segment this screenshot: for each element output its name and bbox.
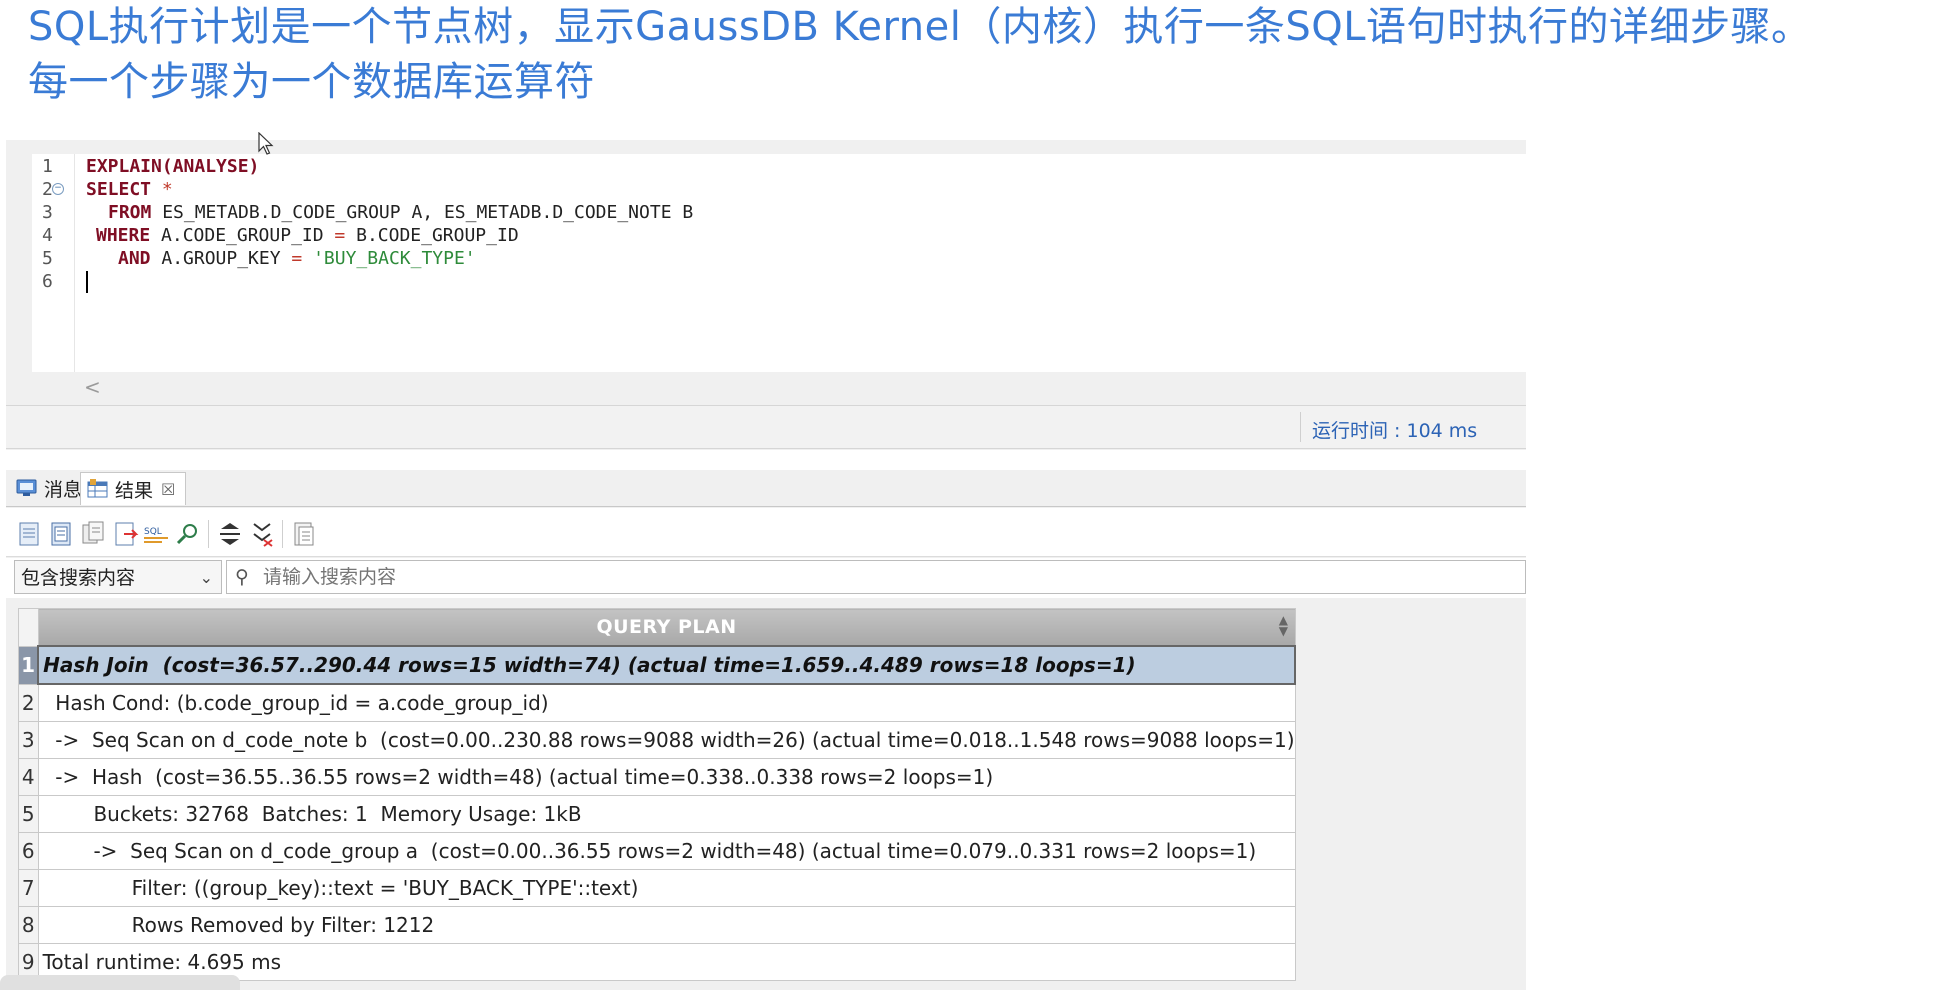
- sql-keyword: EXPLAIN(ANALYSE): [86, 156, 260, 177]
- export-icon[interactable]: [112, 520, 140, 548]
- row-number: 5: [18, 795, 39, 833]
- runtime-status: 运行时间 : 104 ms: [1312, 420, 1478, 442]
- table-row[interactable]: 8 Rows Removed by Filter: 1212: [18, 906, 1296, 944]
- table-row[interactable]: 5 Buckets: 32768 Batches: 1 Memory Usage…: [18, 795, 1296, 833]
- sort-icon[interactable]: ▲ ▼: [1279, 614, 1289, 637]
- tab-results[interactable]: 结果 ☒: [80, 472, 187, 505]
- toolbar-separator: [282, 520, 283, 548]
- sql-keyword: WHERE: [96, 225, 151, 246]
- sql-text: A.GROUP_KEY: [150, 248, 292, 269]
- copy-format-icon[interactable]: [80, 520, 108, 548]
- row-number: 1: [18, 645, 39, 685]
- row-number: 2: [18, 683, 39, 722]
- tab-messages-label: 消息: [44, 478, 83, 501]
- close-tab-icon[interactable]: ☒: [161, 480, 175, 499]
- expand-icon[interactable]: [248, 520, 276, 548]
- search-input[interactable]: [260, 565, 1465, 589]
- line-number: 3: [42, 202, 53, 223]
- tab-strip: 消息 结果 ☒: [6, 470, 1526, 507]
- slide-heading: SQL执行计划是一个节点树，显示GaussDB Kernel（内核）执行一条SQ…: [28, 0, 1938, 110]
- grid-header-row: QUERY PLAN ▲ ▼: [18, 608, 1296, 647]
- results-toolbar: SQL: [6, 508, 1526, 557]
- row-number: 3: [18, 721, 39, 759]
- plan-cell[interactable]: -> Hash (cost=36.55..36.55 rows=2 width=…: [37, 758, 1296, 796]
- chevron-down-icon: ⌄: [199, 568, 213, 587]
- row-number: 7: [18, 869, 39, 907]
- result-grid-icon: [87, 479, 108, 498]
- heading-line-1: SQL执行计划是一个节点树，显示GaussDB Kernel（内核）执行一条SQ…: [28, 4, 1812, 50]
- sql-string: 'BUY_BACK_TYPE': [302, 248, 476, 269]
- line-number: 1: [42, 156, 53, 177]
- sql-editor-panel: 1 2 − 3 4 5 6 EXPLAIN(ANALYSE) SELECT * …: [6, 132, 1526, 450]
- plan-cell[interactable]: Hash Join (cost=36.57..290.44 rows=15 wi…: [37, 645, 1296, 685]
- query-plan-grid: QUERY PLAN ▲ ▼ 1 Hash Join (cost=36.57..29…: [18, 608, 1296, 981]
- plan-cell[interactable]: -> Seq Scan on d_code_note b (cost=0.00.…: [37, 721, 1296, 759]
- table-row[interactable]: 7 Filter: ((group_key)::text = 'BUY_BACK…: [18, 869, 1296, 907]
- search-mode-value: 包含搜索内容: [21, 567, 136, 589]
- message-icon: [16, 479, 37, 496]
- line-number-gutter: 1 2 − 3 4 5 6: [32, 154, 75, 372]
- line-number: 5: [42, 248, 53, 269]
- save-icon[interactable]: [290, 520, 318, 548]
- scroll-left-arrow[interactable]: <: [84, 375, 101, 399]
- filter-row: 包含搜索内容 ⌄ ⚲: [6, 558, 1526, 598]
- search-field-icon: ⚲: [235, 566, 249, 588]
- plan-cell[interactable]: Rows Removed by Filter: 1212: [37, 906, 1296, 944]
- column-header-label: QUERY PLAN: [596, 616, 737, 638]
- sql-operator: =: [291, 248, 303, 269]
- sql-icon-label: SQL: [144, 527, 162, 537]
- fold-icon[interactable]: −: [52, 183, 64, 195]
- tab-results-label: 结果: [115, 479, 154, 502]
- sql-keyword: FROM: [108, 202, 152, 223]
- sql-editor[interactable]: 1 2 − 3 4 5 6 EXPLAIN(ANALYSE) SELECT * …: [32, 154, 1526, 372]
- sql-operator: =: [334, 225, 346, 246]
- heading-line-2: 每一个步骤为一个数据库运算符: [28, 59, 595, 105]
- sql-text: ES_METADB.D_CODE_GROUP A, ES_METADB.D_CO…: [151, 202, 694, 223]
- horizontal-scrollbar[interactable]: [0, 975, 240, 990]
- sql-keyword: SELECT: [86, 179, 152, 200]
- code-line-6: [86, 269, 88, 295]
- sql-keyword: AND: [118, 248, 151, 269]
- sql-star: *: [151, 179, 173, 200]
- table-row[interactable]: 3 -> Seq Scan on d_code_note b (cost=0.0…: [18, 721, 1296, 759]
- table-row[interactable]: 4 -> Hash (cost=36.55..36.55 rows=2 widt…: [18, 758, 1296, 796]
- copy-icon[interactable]: [16, 520, 44, 548]
- mouse-pointer-icon: [258, 132, 274, 155]
- search-box[interactable]: ⚲: [226, 560, 1526, 594]
- search-icon[interactable]: [174, 520, 202, 548]
- plan-cell[interactable]: Filter: ((group_key)::text = 'BUY_BACK_T…: [37, 869, 1296, 907]
- line-number: 4: [42, 225, 53, 246]
- code-line-5: AND A.GROUP_KEY = 'BUY_BACK_TYPE': [118, 246, 476, 272]
- line-number: 6: [42, 271, 53, 292]
- tab-messages[interactable]: 消息: [10, 472, 82, 504]
- sql-icon[interactable]: SQL: [142, 520, 170, 548]
- status-bar: 运行时间 : 104 ms: [6, 405, 1526, 449]
- row-number: 4: [18, 758, 39, 796]
- sql-text: A.CODE_GROUP_ID: [150, 225, 335, 246]
- text-caret: [86, 271, 88, 293]
- sql-text: B.CODE_GROUP_ID: [345, 225, 519, 246]
- table-row[interactable]: 1 Hash Join (cost=36.57..290.44 rows=15 w…: [18, 645, 1296, 685]
- table-row[interactable]: 2 Hash Cond: (b.code_group_id = a.code_g…: [18, 683, 1296, 722]
- row-number: 6: [18, 832, 39, 870]
- plan-cell[interactable]: -> Seq Scan on d_code_group a (cost=0.00…: [37, 832, 1296, 870]
- status-divider: [1300, 412, 1301, 442]
- row-number-header[interactable]: [18, 608, 39, 647]
- collapse-icon[interactable]: [216, 520, 244, 548]
- row-number: 8: [18, 906, 39, 944]
- table-row[interactable]: 6 -> Seq Scan on d_code_group a (cost=0.…: [18, 832, 1296, 870]
- column-header-query-plan[interactable]: QUERY PLAN ▲ ▼: [37, 608, 1296, 647]
- plan-cell[interactable]: Buckets: 32768 Batches: 1 Memory Usage: …: [37, 795, 1296, 833]
- search-mode-select[interactable]: 包含搜索内容 ⌄: [14, 560, 222, 594]
- toolbar-separator: [208, 520, 209, 548]
- plan-cell[interactable]: Hash Cond: (b.code_group_id = a.code_gro…: [37, 683, 1296, 722]
- copy-all-icon[interactable]: [48, 520, 76, 548]
